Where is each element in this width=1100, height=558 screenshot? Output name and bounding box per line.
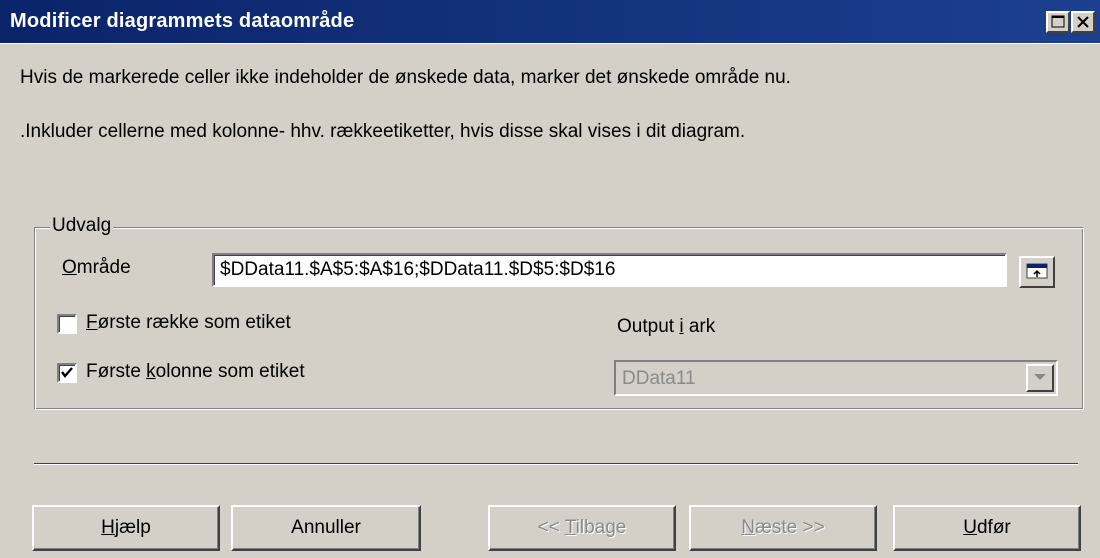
finish-after: dfør [976, 517, 1011, 538]
output-sheet-dropdown-button[interactable] [1026, 364, 1054, 392]
output-sheet-label: Output i ark [617, 316, 715, 338]
output-sheet-select[interactable]: DData11 [614, 360, 1058, 396]
range-label-mnemonic: O [62, 257, 77, 278]
finish-mnemonic: U [963, 517, 977, 538]
shrink-dialog-button[interactable] [1019, 256, 1055, 288]
first-column-mnemonic: k [146, 361, 156, 382]
range-label-rest: mråde [76, 257, 131, 278]
title-bar: Modificer diagrammets dataområde [0, 0, 1100, 44]
back-mnemonic: T [564, 517, 576, 538]
selection-group-title: Udvalg [50, 215, 114, 237]
first-row-mnemonic: F [86, 312, 98, 333]
shrink-dialog-icon [1026, 263, 1048, 279]
separator [34, 463, 1078, 465]
help-button[interactable]: Hjælp [32, 505, 220, 551]
first-column-before: Første [86, 361, 147, 382]
first-column-label-checkbox[interactable] [57, 363, 77, 383]
finish-button[interactable]: Udfør [893, 505, 1081, 551]
next-mnemonic: N [741, 517, 755, 538]
maximize-button[interactable] [1046, 11, 1070, 33]
first-row-label-text: Første række som etiket [86, 312, 291, 334]
range-input[interactable] [212, 253, 1007, 287]
checkmark-icon [61, 367, 73, 378]
output-sheet-value: DData11 [622, 368, 696, 389]
first-row-rest: ørste række som etiket [97, 312, 291, 333]
maximize-icon [1051, 15, 1065, 28]
first-row-label-checkbox[interactable] [57, 314, 77, 334]
back-after: ilbage [575, 517, 627, 538]
window-title: Modificer diagrammets dataområde [10, 10, 355, 32]
first-column-label-text: Første kolonne som etiket [86, 361, 305, 383]
cancel-button[interactable]: Annuller [231, 505, 421, 551]
first-column-after: olonne som etiket [155, 361, 305, 382]
range-label: Område [62, 257, 131, 279]
chevron-down-icon [1034, 374, 1046, 380]
next-after: æste >> [755, 517, 825, 538]
output-after: ark [683, 316, 716, 337]
intro-text-1: Hvis de markerede celler ikke indeholder… [20, 67, 791, 88]
close-button[interactable] [1071, 11, 1095, 33]
help-rest: jælp [114, 517, 151, 538]
output-before: Output [617, 316, 680, 337]
intro-text-2: .Inkluder cellerne med kolonne- hhv. ræk… [20, 121, 746, 142]
back-before: << [537, 517, 565, 538]
next-button[interactable]: Næste >> [689, 505, 877, 551]
help-mnemonic: H [101, 517, 115, 538]
close-icon [1077, 16, 1089, 28]
back-button[interactable]: << Tilbage [488, 505, 676, 551]
